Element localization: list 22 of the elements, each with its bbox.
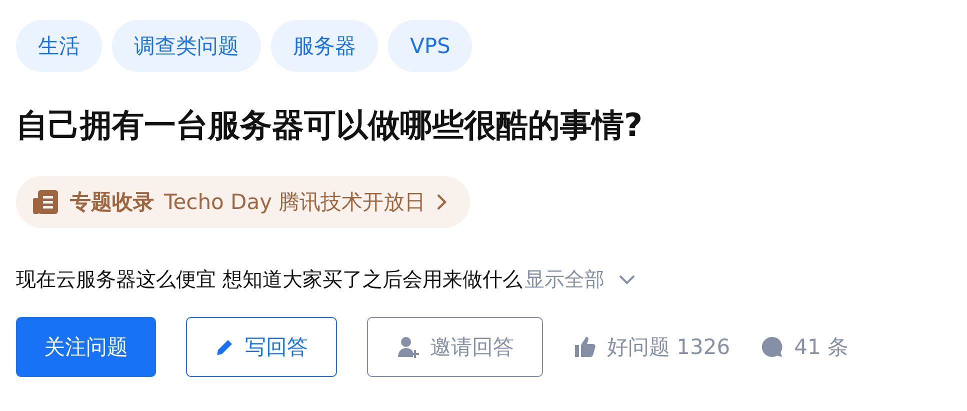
book-icon bbox=[32, 188, 60, 216]
topic-label: 专题收录 bbox=[70, 189, 154, 216]
topic-name: Techo Day 腾讯技术开放日 bbox=[164, 189, 426, 216]
action-button[interactable]: 关注问题 bbox=[16, 317, 156, 378]
thumbs-up-icon bbox=[573, 335, 597, 360]
topic-tag[interactable]: VPS bbox=[388, 20, 472, 72]
add-person-icon bbox=[396, 335, 420, 360]
topic-collection-link[interactable]: 专题收录 Techo Day 腾讯技术开放日 bbox=[16, 176, 470, 228]
pencil-icon bbox=[215, 337, 235, 358]
show-all-link[interactable]: 显示全部 bbox=[524, 266, 636, 294]
good-question-button[interactable]: 好问题 1326 bbox=[573, 333, 730, 362]
topic-tag[interactable]: 调查类问题 bbox=[112, 20, 261, 72]
question-title: 自己拥有一台服务器可以做哪些很酷的事情? bbox=[16, 106, 644, 144]
topic-tag[interactable]: 服务器 bbox=[271, 20, 378, 72]
chevron-right-icon bbox=[436, 193, 448, 212]
comments-button[interactable]: 41 条 bbox=[760, 333, 849, 362]
comment-icon bbox=[760, 335, 784, 360]
question-description: 现在云服务器这么便宜 想知道大家买了之后会用来做什么 bbox=[16, 266, 522, 294]
action-button[interactable]: 邀请回答 bbox=[367, 317, 543, 378]
action-button[interactable]: 写回答 bbox=[186, 317, 337, 378]
chevron-down-icon bbox=[618, 274, 636, 285]
topic-tag[interactable]: 生活 bbox=[16, 20, 102, 72]
